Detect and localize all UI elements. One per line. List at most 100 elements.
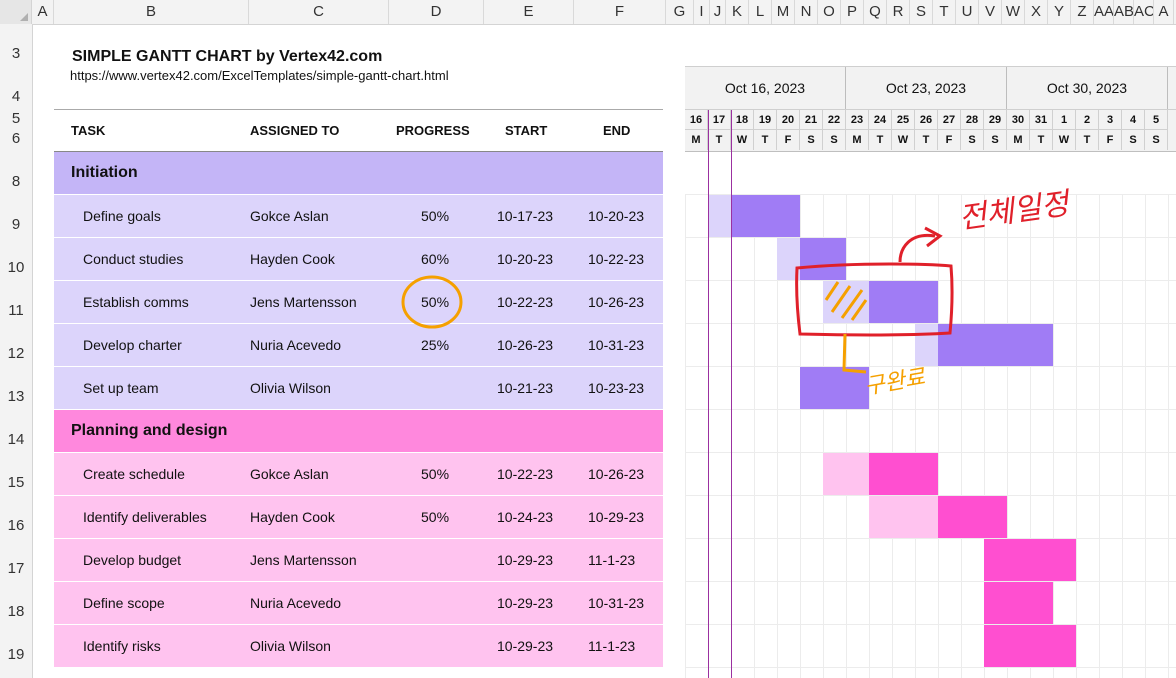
start-date[interactable]: 10-22-23: [497, 281, 553, 323]
gantt-bar-complete[interactable]: [984, 625, 1076, 667]
assigned-to[interactable]: Olivia Wilson: [250, 625, 331, 667]
column-header-q[interactable]: Q: [864, 0, 887, 24]
table-row[interactable]: Establish comms Jens Martensson 50% 10-22-2…: [54, 281, 663, 324]
column-header-v[interactable]: V: [979, 0, 1002, 24]
column-header-u[interactable]: U: [956, 0, 979, 24]
task-name[interactable]: Develop charter: [83, 324, 182, 366]
assigned-to[interactable]: Olivia Wilson: [250, 367, 331, 409]
progress-value[interactable]: 25%: [421, 324, 449, 366]
end-date[interactable]: 11-1-23: [588, 625, 635, 667]
end-date[interactable]: 10-22-23: [588, 238, 644, 280]
row-header-10[interactable]: 10: [0, 259, 32, 276]
end-date[interactable]: 10-31-23: [588, 582, 644, 624]
start-date[interactable]: 10-29-23: [497, 582, 553, 624]
gantt-bar-complete[interactable]: [800, 367, 869, 409]
row-header-19[interactable]: 19: [0, 646, 32, 663]
table-row[interactable]: Develop charter Nuria Acevedo 25% 10-26-23 1…: [54, 324, 663, 367]
row-header-8[interactable]: 8: [0, 173, 32, 190]
end-date[interactable]: 10-26-23: [588, 453, 644, 495]
assigned-to[interactable]: Gokce Aslan: [250, 453, 329, 495]
column-header-y[interactable]: Y: [1048, 0, 1071, 24]
gantt-bar-complete[interactable]: [869, 453, 938, 495]
row-header-13[interactable]: 13: [0, 388, 32, 405]
end-date[interactable]: 10-23-23: [588, 367, 644, 409]
gantt-bar-complete[interactable]: [984, 539, 1076, 581]
table-row[interactable]: Identify risks Olivia Wilson 10-29-23 11-1-…: [54, 625, 663, 668]
column-header-b[interactable]: B: [54, 0, 249, 24]
gantt-bar-complete[interactable]: [938, 496, 1007, 538]
column-header-m[interactable]: M: [772, 0, 795, 24]
start-date[interactable]: 10-20-23: [497, 238, 553, 280]
start-date[interactable]: 10-21-23: [497, 367, 553, 409]
column-header-d[interactable]: D: [389, 0, 484, 24]
progress-value[interactable]: 50%: [421, 453, 449, 495]
gantt-bar-remaining[interactable]: [823, 281, 869, 323]
row-header-3[interactable]: 3: [0, 45, 32, 62]
start-date[interactable]: 10-26-23: [497, 324, 553, 366]
table-row[interactable]: Define goals Gokce Aslan 50% 10-17-23 10-20-…: [54, 195, 663, 238]
assigned-to[interactable]: Nuria Acevedo: [250, 324, 341, 366]
task-name[interactable]: Identify risks: [83, 625, 161, 667]
task-name[interactable]: Define scope: [83, 582, 165, 624]
column-header-j[interactable]: J: [710, 0, 726, 24]
task-name[interactable]: Set up team: [83, 367, 159, 409]
column-header-n[interactable]: N: [795, 0, 818, 24]
column-header-ac[interactable]: AC: [1134, 0, 1154, 24]
row-header-5[interactable]: 5: [0, 110, 32, 127]
column-header-z[interactable]: Z: [1071, 0, 1094, 24]
start-date[interactable]: 10-29-23: [497, 625, 553, 667]
select-all-corner[interactable]: [0, 0, 32, 24]
table-row[interactable]: Define scope Nuria Acevedo 10-29-23 10-31-2…: [54, 582, 663, 625]
table-row[interactable]: Set up team Olivia Wilson 10-21-23 10-23-23: [54, 367, 663, 410]
row-header-12[interactable]: 12: [0, 345, 32, 362]
task-name[interactable]: Conduct studies: [83, 238, 183, 280]
end-date[interactable]: 10-20-23: [588, 195, 644, 237]
column-header-p[interactable]: P: [841, 0, 864, 24]
progress-value[interactable]: 50%: [421, 195, 449, 237]
column-header-w[interactable]: W: [1002, 0, 1025, 24]
start-date[interactable]: 10-17-23: [497, 195, 553, 237]
gantt-bar-complete[interactable]: [800, 238, 846, 280]
table-row[interactable]: Conduct studies Hayden Cook 60% 10-20-23 10-…: [54, 238, 663, 281]
column-header-x[interactable]: X: [1025, 0, 1048, 24]
end-date[interactable]: 11-1-23: [588, 539, 635, 581]
start-date[interactable]: 10-29-23: [497, 539, 553, 581]
end-date[interactable]: 10-31-23: [588, 324, 644, 366]
column-header-c[interactable]: C: [249, 0, 389, 24]
row-header-17[interactable]: 17: [0, 560, 32, 577]
table-row[interactable]: Develop budget Jens Martensson 10-29-23 11-…: [54, 539, 663, 582]
row-header-9[interactable]: 9: [0, 216, 32, 233]
gantt-bar-remaining[interactable]: [823, 453, 869, 495]
column-header-ab[interactable]: AB: [1114, 0, 1134, 24]
task-name[interactable]: Define goals: [83, 195, 161, 237]
assigned-to[interactable]: Jens Martensson: [250, 539, 357, 581]
column-header-t[interactable]: T: [933, 0, 956, 24]
column-header-o[interactable]: O: [818, 0, 841, 24]
assigned-to[interactable]: Hayden Cook: [250, 496, 335, 538]
column-header-f[interactable]: F: [574, 0, 666, 24]
column-header-l[interactable]: L: [749, 0, 772, 24]
progress-value[interactable]: 60%: [421, 238, 449, 280]
gantt-bar-remaining[interactable]: [869, 496, 938, 538]
column-header-a[interactable]: A: [32, 0, 54, 24]
column-header-g[interactable]: G: [666, 0, 694, 24]
task-name[interactable]: Develop budget: [83, 539, 181, 581]
table-row[interactable]: Create schedule Gokce Aslan 50% 10-22-23 10-…: [54, 453, 663, 496]
assigned-to[interactable]: Jens Martensson: [250, 281, 357, 323]
end-date[interactable]: 10-29-23: [588, 496, 644, 538]
column-header-s[interactable]: S: [910, 0, 933, 24]
column-header-k[interactable]: K: [726, 0, 749, 24]
task-name[interactable]: Create schedule: [83, 453, 185, 495]
row-header-4[interactable]: 4: [0, 88, 32, 105]
gantt-bar-complete[interactable]: [731, 195, 800, 237]
column-header-e[interactable]: E: [484, 0, 574, 24]
assigned-to[interactable]: Gokce Aslan: [250, 195, 329, 237]
row-header-18[interactable]: 18: [0, 603, 32, 620]
row-header-11[interactable]: 11: [0, 302, 32, 319]
row-header-15[interactable]: 15: [0, 474, 32, 491]
table-row[interactable]: Identify deliverables Hayden Cook 50% 10-24…: [54, 496, 663, 539]
row-header-14[interactable]: 14: [0, 431, 32, 448]
sheet-url[interactable]: https://www.vertex42.com/ExcelTemplates/…: [70, 68, 449, 83]
column-header-aa[interactable]: AA: [1094, 0, 1114, 24]
row-header-6[interactable]: 6: [0, 130, 32, 147]
